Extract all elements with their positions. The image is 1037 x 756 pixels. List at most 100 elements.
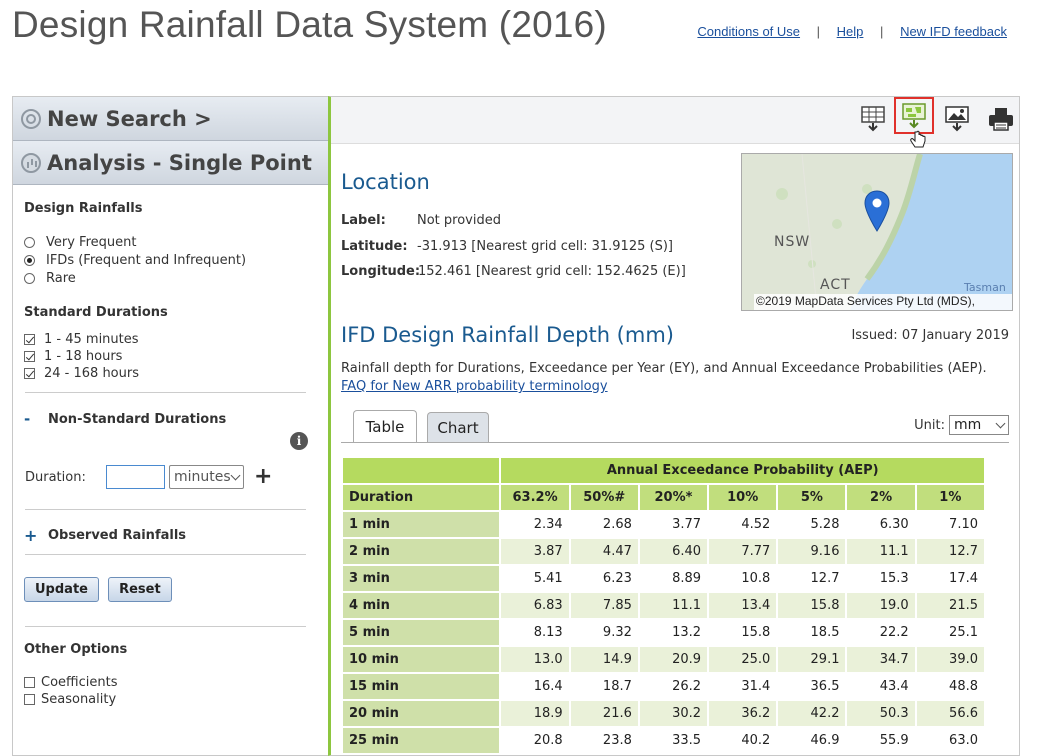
aep-column-header: 2% (845, 483, 917, 512)
checkbox[interactable] (24, 677, 35, 688)
checkbox-label: 24 - 168 hours (44, 366, 139, 381)
duration-row: Duration: minutes + (25, 465, 272, 489)
unit-control: Unit: mm (914, 415, 1009, 435)
update-button[interactable]: Update (24, 577, 99, 602)
checkbox-1-45-minutes[interactable]: 1 - 45 minutes (24, 331, 168, 348)
depth-value-cell: 11.1 (637, 591, 710, 620)
radio-ifds[interactable]: IFDs (Frequent and Infrequent) (24, 251, 246, 269)
analysis-header[interactable]: Analysis - Single Point (13, 141, 328, 185)
non-standard-durations-toggle[interactable]: - Non-Standard Durations (24, 410, 226, 428)
add-duration-icon[interactable]: + (254, 466, 272, 488)
radio-label: IFDs (Frequent and Infrequent) (46, 252, 247, 268)
depth-value-cell: 31.4 (707, 672, 779, 701)
unit-value: mm (954, 417, 982, 433)
duration-cell: 5 min (340, 618, 502, 647)
checkbox-24-168-hours[interactable]: 24 - 168 hours (24, 365, 168, 382)
depth-value-cell: 56.6 (914, 699, 987, 728)
ifd-feedback-link[interactable]: New IFD feedback (900, 24, 1007, 39)
info-icon[interactable]: i (290, 432, 308, 450)
radio-label: Rare (46, 270, 76, 286)
aep-group-header: Annual Exceedance Probability (AEP) (499, 456, 986, 485)
duration-header: Duration (340, 483, 502, 512)
radio-button[interactable] (24, 254, 35, 266)
depth-value-cell: 43.4 (845, 672, 917, 701)
download-image-icon[interactable] (943, 105, 971, 133)
checkbox-1-18-hours[interactable]: 1 - 18 hours (24, 348, 168, 365)
longitude-key: Longitude: (341, 264, 421, 279)
table-row: 4 min 6.83 7.85 11.1 13.4 15.8 19.0 21.5 (340, 591, 987, 620)
duration-cell: 25 min (340, 726, 502, 755)
ifd-table: Annual Exceedance Probability (AEP) Dura… (340, 456, 987, 755)
unit-label: Unit: (914, 417, 945, 433)
non-standard-durations-title: Non-Standard Durations (48, 411, 227, 427)
hand-cursor-icon (910, 130, 926, 148)
checkbox-label: Seasonality (41, 692, 117, 707)
tab-chart[interactable]: Chart (427, 412, 489, 442)
map-label-nsw: NSW (774, 234, 811, 250)
duration-label: Duration: (25, 469, 86, 485)
new-search-header[interactable]: New Search > (13, 97, 328, 141)
depth-value-cell: 4.52 (707, 510, 779, 539)
tab-table-label: Table (365, 417, 405, 436)
faq-link[interactable]: FAQ for New ARR probability terminology (341, 379, 608, 394)
aep-column-header: 5% (776, 483, 848, 512)
duration-input[interactable] (106, 465, 165, 489)
tab-table[interactable]: Table (353, 410, 417, 442)
location-title: Location (341, 170, 430, 194)
depth-value-cell: 8.13 (499, 618, 571, 647)
link-separator: | (816, 24, 821, 39)
duration-cell: 1 min (340, 510, 502, 539)
unit-select[interactable]: mm (949, 415, 1009, 435)
ifd-table-wrapper: Annual Exceedance Probability (AEP) Dura… (340, 456, 987, 755)
location-marker-icon[interactable] (864, 190, 890, 232)
checkbox[interactable] (24, 334, 35, 345)
depth-value-cell: 33.5 (637, 726, 710, 755)
observed-rainfalls-toggle[interactable]: + Observed Rainfalls (24, 526, 186, 545)
depth-value-cell: 13.0 (499, 645, 571, 674)
print-icon[interactable] (987, 105, 1015, 133)
radio-button[interactable] (24, 236, 35, 248)
duration-cell: 4 min (340, 591, 502, 620)
depth-value-cell: 15.8 (707, 618, 779, 647)
table-row: 2 min 3.87 4.47 6.40 7.77 9.16 11.1 12.7 (340, 537, 987, 566)
depth-value-cell: 30.2 (637, 699, 710, 728)
analysis-label: Analysis - Single Point (47, 150, 312, 175)
aep-column-header: 63.2% (499, 483, 571, 512)
radio-rare[interactable]: Rare (24, 269, 246, 287)
map-attribution: ©2019 MapData Services Pty Ltd (MDS), PS… (754, 294, 1012, 310)
depth-value-cell: 5.28 (776, 510, 848, 539)
checkbox[interactable] (24, 368, 35, 379)
page-title: Design Rainfall Data System (2016) (12, 4, 607, 45)
duration-unit-value: minutes (174, 469, 231, 485)
chevron-down-icon (995, 418, 1006, 428)
download-table-icon[interactable] (859, 105, 887, 133)
checkbox[interactable] (24, 694, 35, 705)
conditions-of-use-link[interactable]: Conditions of Use (697, 24, 800, 39)
map-label-act: ACT (820, 277, 851, 293)
reset-button[interactable]: Reset (108, 577, 172, 602)
chart-icon (21, 152, 41, 173)
radio-very-frequent[interactable]: Very Frequent (24, 233, 246, 251)
duration-cell: 2 min (340, 537, 502, 566)
design-rainfalls-section: Design Rainfalls Very Frequent IFDs (Fre… (24, 201, 246, 287)
depth-value-cell: 6.40 (637, 537, 710, 566)
link-separator: | (880, 24, 884, 39)
depth-value-cell: 18.7 (568, 672, 640, 701)
checkbox[interactable] (24, 351, 35, 362)
radio-button[interactable] (24, 272, 35, 284)
depth-value-cell: 21.6 (568, 699, 640, 728)
design-rainfalls-title: Design Rainfalls (24, 201, 143, 216)
checkbox-seasonality[interactable]: Seasonality (24, 691, 127, 708)
duration-cell: 3 min (340, 564, 502, 593)
duration-unit-select[interactable]: minutes (169, 465, 244, 489)
depth-value-cell: 21.5 (914, 591, 987, 620)
table-header-cell (340, 456, 502, 485)
depth-value-cell: 3.77 (637, 510, 710, 539)
location-map[interactable]: NSW ACT Tasman ©2019 MapData Services Pt… (741, 153, 1013, 311)
help-link[interactable]: Help (837, 24, 864, 39)
depth-value-cell: 12.7 (776, 564, 848, 593)
checkbox-coefficients[interactable]: Coefficients (24, 674, 127, 691)
download-map-icon[interactable] (900, 102, 928, 130)
depth-value-cell: 20.8 (499, 726, 571, 755)
depth-value-cell: 15.8 (776, 591, 848, 620)
